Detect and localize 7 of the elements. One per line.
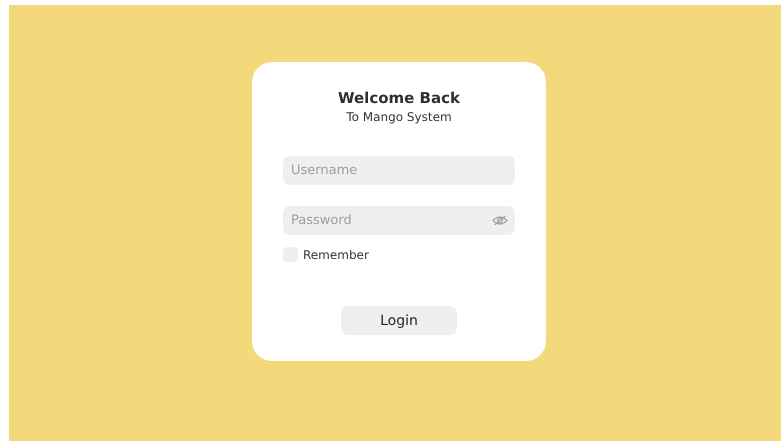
card-title: Welcome Back (338, 89, 460, 107)
username-field[interactable]: Username (283, 156, 515, 185)
card-subtitle: To Mango System (346, 109, 452, 125)
login-button[interactable]: Login (341, 306, 457, 335)
password-field[interactable]: Password (283, 206, 515, 235)
eye-slash-icon[interactable] (492, 215, 508, 226)
remember-label[interactable]: Remember (303, 248, 369, 262)
